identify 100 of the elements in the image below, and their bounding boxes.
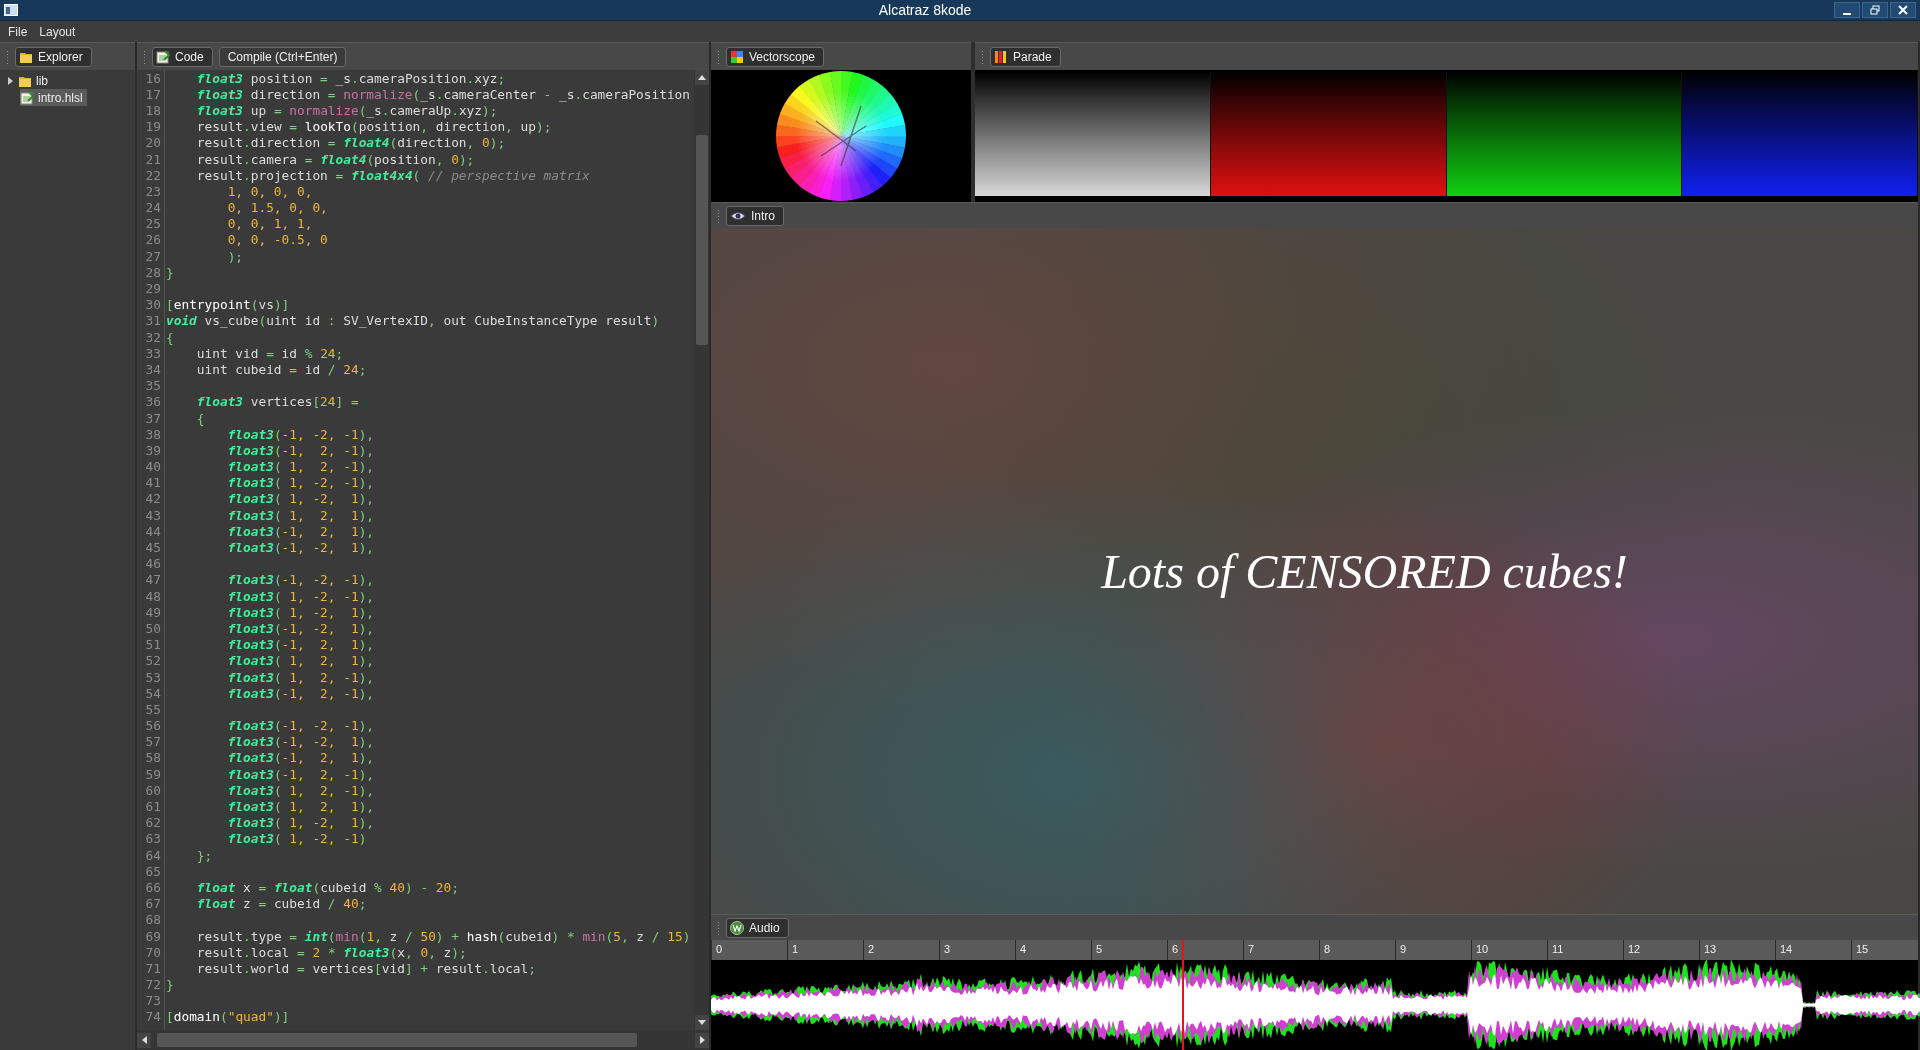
code-line: result.camera = float4(position, 0); (195, 151, 475, 167)
tree-item[interactable]: lib (6, 72, 52, 89)
line-number: 66 (144, 879, 161, 895)
scroll-up-button[interactable] (694, 70, 709, 85)
line-number: 32 (144, 329, 161, 345)
line-number: 46 (144, 556, 161, 572)
compile-button[interactable]: Compile (Ctrl+Enter) (218, 46, 347, 67)
line-number: 60 (144, 782, 161, 798)
panel-tab[interactable]: Explorer (15, 46, 92, 67)
code-line: float3(-1, 2, -1), (226, 442, 375, 458)
panel-tab[interactable]: Intro (726, 205, 784, 226)
code-line: uint cubeid = id / 24; (195, 361, 367, 377)
code-line: float3 position = _s.cameraPosition.xyz; (195, 70, 506, 86)
code-line: float3(-1, -2, -1), (226, 572, 375, 588)
minimize-button[interactable] (1834, 2, 1860, 18)
panel-tab[interactable]: Parade (990, 46, 1061, 67)
code-line: float3( 1, -2, -1), (226, 475, 375, 491)
line-number: 24 (144, 200, 161, 216)
code-line: float z = cubeid / 40; (195, 896, 367, 912)
line-number: 40 (144, 459, 161, 475)
line-number: 55 (144, 701, 161, 717)
code-line: 0, 0, 1, 1, (226, 216, 313, 232)
line-number: 50 (144, 620, 161, 636)
code-line: void vs_cube(uint id : SV_VertexID, out CubeInstanceType result) (166, 313, 660, 329)
code-line: float3( 1, 2, -1), (226, 782, 375, 798)
code-line: 0, 1.5, 0, 0, (226, 200, 328, 216)
line-number: 57 (144, 734, 161, 750)
code-line: [domain("quad")] (166, 1009, 290, 1025)
viewport-caption: Lots of CENSORED cubes! (1101, 543, 1628, 599)
line-number: 69 (144, 928, 161, 944)
line-number: 54 (144, 685, 161, 701)
line-number: 71 (144, 960, 161, 976)
code-line: float3(-1, -2, 1), (226, 734, 375, 750)
code-line: float3(-1, 2, -1), (226, 766, 375, 782)
code-line: result.world = vertices[vid] + result.local; (195, 960, 536, 976)
code-line: float3( 1, -2, -1) (226, 831, 367, 847)
line-number: 73 (144, 993, 161, 1009)
line-number: 43 (144, 507, 161, 523)
line-number: 68 (144, 912, 161, 928)
color-bars-icon (994, 49, 1008, 64)
code-line: }; (195, 847, 213, 863)
line-number: 59 (144, 766, 161, 782)
line-number: 74 (144, 1009, 161, 1025)
line-number: 30 (144, 297, 161, 313)
restore-button[interactable] (1862, 2, 1888, 18)
code-line: { (166, 329, 174, 345)
line-number: 42 (144, 491, 161, 507)
close-button[interactable] (1890, 2, 1916, 18)
code-line: float3(-1, 2, -1), (226, 685, 375, 701)
code-line: { (195, 410, 205, 426)
window-title: Alcatraz 8kode (877, 2, 973, 18)
line-number: 48 (144, 588, 161, 604)
panel-tab[interactable]: Code (152, 46, 213, 67)
code-line: float3( 1, 2, 1), (226, 653, 375, 669)
line-number: 23 (144, 183, 161, 199)
code-line: float x = float(cubeid % 40) - 20; (195, 879, 459, 895)
color-squares-icon (730, 49, 744, 64)
scroll-right-button[interactable] (695, 1032, 709, 1048)
line-number: 70 (144, 944, 161, 960)
code-line: float3( 1, 2, -1), (226, 459, 375, 475)
line-number: 49 (144, 604, 161, 620)
scroll-left-button[interactable] (137, 1032, 151, 1048)
line-number: 56 (144, 718, 161, 734)
line-number: 20 (144, 135, 161, 151)
restore-icon (1870, 5, 1880, 15)
scrollbar-thumb[interactable] (695, 135, 708, 345)
menu-item[interactable]: Layout (35, 22, 80, 41)
code-line: result.type = int(min(1, z / 50) + hash(cubeid) * min(5, z / 15) (195, 928, 691, 944)
tree-item[interactable]: intro.hlsl (20, 89, 87, 106)
code-line: result.direction = float4(direction, 0); (195, 135, 506, 151)
scroll-down-button[interactable] (694, 1015, 709, 1030)
scrollbar-thumb[interactable] (157, 1033, 637, 1047)
line-number: 72 (144, 977, 161, 993)
line-number: 45 (144, 540, 161, 556)
line-number: 44 (144, 523, 161, 539)
code-line: float3(-1, -2, -1), (226, 718, 375, 734)
playhead[interactable] (1181, 940, 1184, 1050)
code-line: float3 vertices[24] = (195, 394, 359, 410)
line-number: 26 (144, 232, 161, 248)
caret-right-icon (699, 1036, 705, 1044)
code-line: 1, 0, 0, 0, (226, 183, 313, 199)
line-number: 36 (144, 394, 161, 410)
line-number: 63 (144, 831, 161, 847)
menu-item[interactable]: File (4, 22, 32, 41)
line-number: 67 (144, 896, 161, 912)
line-number: 25 (144, 216, 161, 232)
code-line: float3( 1, 2, 1), (226, 507, 375, 523)
code-line: float3( 1, -2, 1), (226, 815, 375, 831)
chevron-icon[interactable] (6, 76, 14, 85)
code-line: 0, 0, -0.5, 0 (226, 232, 328, 248)
panel-tab[interactable]: Audio (726, 917, 789, 938)
wave-circle-icon (730, 920, 744, 935)
panel-tab[interactable]: Vectorscope (726, 46, 825, 67)
eye-icon (730, 209, 746, 222)
code-line: float3( 1, -2, 1), (226, 491, 375, 507)
caret-left-icon (141, 1036, 147, 1044)
notepad-icon (20, 90, 34, 105)
line-number: 29 (144, 281, 161, 297)
code-line: float3( 1, -2, 1), (226, 604, 375, 620)
code-line: float3(-1, -2, -1), (226, 426, 375, 442)
